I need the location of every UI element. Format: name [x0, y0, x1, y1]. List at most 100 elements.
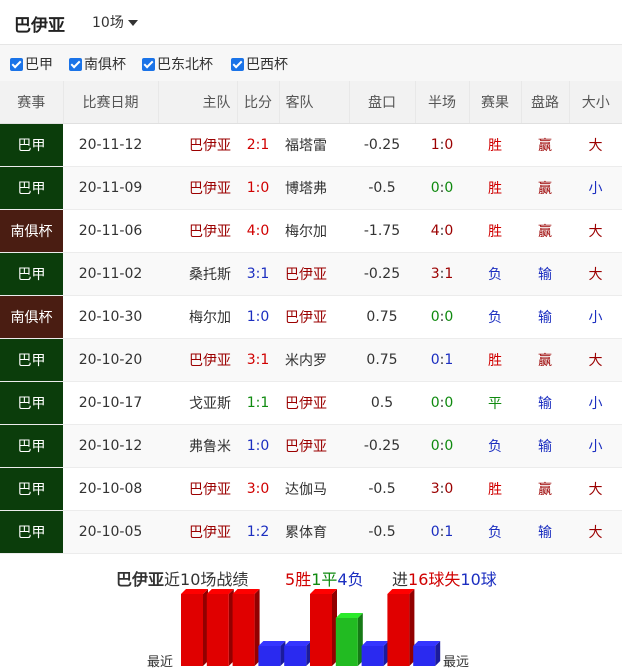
- competition-cell[interactable]: 巴甲: [0, 123, 63, 167]
- score-cell[interactable]: 1:1: [237, 381, 279, 425]
- filter-serie-a[interactable]: 巴甲: [10, 54, 53, 74]
- home-team-cell[interactable]: 梅尔加: [158, 295, 237, 339]
- handicap-cell: -0.25: [349, 123, 415, 167]
- away-team-cell[interactable]: 累体育: [279, 510, 349, 554]
- checkbox-checked-icon[interactable]: [142, 58, 155, 71]
- home-team-cell[interactable]: 巴伊亚: [158, 123, 237, 167]
- competition-cell[interactable]: 巴甲: [0, 252, 63, 296]
- competition-filters: 巴甲 南俱杯 巴东北杯 巴西杯: [0, 45, 622, 82]
- over-under-cell: 大: [569, 252, 622, 296]
- away-team-cell[interactable]: 巴伊亚: [279, 295, 349, 339]
- form-bar-front: [335, 618, 358, 666]
- date-cell: 20-11-02: [63, 252, 158, 296]
- competition-cell[interactable]: 巴甲: [0, 338, 63, 382]
- competition-cell[interactable]: 巴甲: [0, 424, 63, 468]
- score-cell[interactable]: 4:0: [237, 209, 279, 253]
- away-team-cell[interactable]: 米内罗: [279, 338, 349, 382]
- home-team-cell[interactable]: 巴伊亚: [158, 338, 237, 382]
- handicap-result-cell: 输: [521, 424, 569, 468]
- form-bar-front: [413, 646, 436, 666]
- form-bar-front: [258, 646, 281, 666]
- col-home: 主队: [158, 81, 238, 124]
- checkbox-checked-icon[interactable]: [69, 58, 82, 71]
- form-bar-side: [228, 589, 234, 666]
- score-cell[interactable]: 3:0: [237, 467, 279, 511]
- away-team-cell[interactable]: 博塔弗: [279, 166, 349, 210]
- form-bar-top: [413, 641, 441, 646]
- competition-cell[interactable]: 巴甲: [0, 467, 63, 511]
- form-bar-top: [284, 641, 312, 646]
- handicap-result-cell: 赢: [521, 209, 569, 253]
- score-cell[interactable]: 1:0: [237, 166, 279, 210]
- summary-record: 5胜1平4负: [285, 570, 364, 589]
- team-title: 巴伊亚: [14, 16, 65, 36]
- competition-cell[interactable]: 南俱杯: [0, 295, 63, 339]
- competition-cell[interactable]: 巴甲: [0, 510, 63, 554]
- halftime-cell: 0:0: [415, 166, 469, 210]
- competition-cell[interactable]: 巴甲: [0, 381, 63, 425]
- over-under-cell: 小: [569, 424, 622, 468]
- form-bar-side: [280, 641, 286, 666]
- summary-label: 近10场战绩: [164, 570, 249, 589]
- halftime-cell: 0:0: [415, 295, 469, 339]
- form-bar-side: [383, 641, 389, 666]
- halftime-cell: 0:0: [415, 424, 469, 468]
- result-cell: 胜: [469, 166, 521, 210]
- home-team-cell[interactable]: 巴伊亚: [158, 467, 237, 511]
- checkbox-checked-icon[interactable]: [231, 58, 244, 71]
- handicap-cell: 0.75: [349, 338, 415, 382]
- over-under-cell: 小: [569, 295, 622, 339]
- halftime-cell: 0:1: [415, 510, 469, 554]
- halftime-cell: 4:0: [415, 209, 469, 253]
- over-under-cell: 小: [569, 166, 622, 210]
- table-row: 巴甲 20-10-20 巴伊亚 3:1 米内罗 0.75 0:1 胜赢大: [0, 338, 622, 382]
- score-cell[interactable]: 1:0: [237, 295, 279, 339]
- checkbox-checked-icon[interactable]: [10, 58, 23, 71]
- date-cell: 20-10-17: [63, 381, 158, 425]
- form-bar: [206, 589, 234, 666]
- away-team-cell[interactable]: 梅尔加: [279, 209, 349, 253]
- form-bar-front: [232, 594, 255, 666]
- handicap-result-cell: 赢: [521, 166, 569, 210]
- home-team-cell[interactable]: 巴伊亚: [158, 166, 237, 210]
- home-team-cell[interactable]: 巴伊亚: [158, 510, 237, 554]
- filter-nordeste-cup[interactable]: 巴东北杯: [142, 54, 213, 74]
- form-bar-front: [284, 646, 307, 666]
- form-bar-top: [361, 641, 389, 646]
- table-row: 南俱杯 20-10-30 梅尔加 1:0 巴伊亚 0.75 0:0 负输小: [0, 295, 622, 339]
- home-team-cell[interactable]: 弗鲁米: [158, 424, 237, 468]
- summary-title: 巴伊亚近10场战绩: [116, 566, 248, 590]
- handicap-cell: -0.25: [349, 252, 415, 296]
- score-cell[interactable]: 2:1: [237, 123, 279, 167]
- score-cell[interactable]: 3:1: [237, 338, 279, 382]
- date-cell: 20-10-20: [63, 338, 158, 382]
- competition-cell[interactable]: 南俱杯: [0, 209, 63, 253]
- away-team-cell[interactable]: 达伽马: [279, 467, 349, 511]
- away-team-cell[interactable]: 福塔雷: [279, 123, 349, 167]
- competition-cell[interactable]: 巴甲: [0, 166, 63, 210]
- away-team-cell[interactable]: 巴伊亚: [279, 424, 349, 468]
- match-count-dropdown[interactable]: 10场: [92, 12, 138, 32]
- col-over-under: 大小: [569, 81, 622, 124]
- home-team-cell[interactable]: 巴伊亚: [158, 209, 237, 253]
- score-cell[interactable]: 3:1: [237, 252, 279, 296]
- home-team-cell[interactable]: 桑托斯: [158, 252, 237, 296]
- away-team-cell[interactable]: 巴伊亚: [279, 381, 349, 425]
- score-cell[interactable]: 1:2: [237, 510, 279, 554]
- score-cell[interactable]: 1:0: [237, 424, 279, 468]
- handicap-cell: 0.75: [349, 295, 415, 339]
- away-team-cell[interactable]: 巴伊亚: [279, 252, 349, 296]
- date-cell: 20-10-30: [63, 295, 158, 339]
- result-cell: 负: [469, 252, 521, 296]
- halftime-cell: 0:1: [415, 338, 469, 382]
- handicap-cell: 0.5: [349, 381, 415, 425]
- result-cell: 负: [469, 424, 521, 468]
- filter-sudamericana[interactable]: 南俱杯: [69, 54, 126, 74]
- home-team-cell[interactable]: 戈亚斯: [158, 381, 237, 425]
- table-row: 南俱杯 20-11-06 巴伊亚 4:0 梅尔加 -1.75 4:0 胜赢大: [0, 209, 622, 253]
- form-bar-top: [335, 613, 363, 618]
- match-table: 赛事 比赛日期 主队 比分 客队 盘口 半场 赛果 盘路 大小 巴甲 20-11-…: [0, 81, 622, 554]
- filter-brazil-cup[interactable]: 巴西杯: [231, 54, 288, 74]
- table-row: 巴甲 20-11-02 桑托斯 3:1 巴伊亚 -0.25 3:1 负输大: [0, 252, 622, 296]
- date-cell: 20-11-09: [63, 166, 158, 210]
